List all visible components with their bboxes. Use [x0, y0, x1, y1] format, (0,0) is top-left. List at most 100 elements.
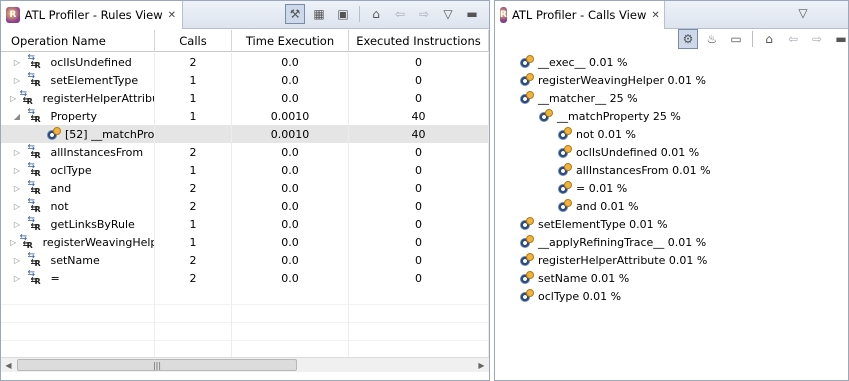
operation-arrows-icon: ⇆ ⇆ R: [27, 251, 41, 269]
table-header: Operation Name Calls Time Execution Exec…: [1, 30, 489, 52]
minimize-icon[interactable]: ▬: [831, 29, 848, 49]
call-tree-node[interactable]: setName 0.01 %: [519, 269, 629, 287]
view-menu-icon[interactable]: ▽: [438, 4, 458, 24]
call-node-label: __matcher__ 25 %: [538, 91, 638, 105]
call-node-label: __matchProperty 25 %: [557, 109, 681, 123]
expand-triangle-icon[interactable]: ▷: [10, 256, 24, 265]
call-tree-node[interactable]: oclIsUndefined 0.01 %: [557, 143, 699, 161]
column-header-calls[interactable]: Calls: [155, 30, 232, 52]
operation-arrows-icon: ⇆ ⇆ R: [19, 233, 33, 251]
column-header-time-execution[interactable]: Time Execution: [232, 30, 349, 52]
operation-name: setElementType: [50, 73, 139, 87]
expand-triangle-icon[interactable]: ▷: [10, 220, 24, 229]
save-icon[interactable]: ▣: [333, 4, 353, 24]
back-icon[interactable]: ⇦: [783, 29, 803, 49]
table-row[interactable]: ▷ ⇆ ⇆ R allInstancesFrom 2 0.0 0: [1, 143, 489, 161]
atl-profiler-icon: R: [500, 7, 507, 23]
table-row[interactable]: ▷ ⇆ ⇆ R registerHelperAttribu 1 0.0 0: [1, 89, 489, 107]
atl-profiler-icon: R: [6, 7, 20, 23]
expand-triangle-icon[interactable]: ▷: [10, 184, 24, 193]
operation-arrows-icon: ⇆ ⇆ R: [27, 53, 41, 71]
gear-call-icon: [538, 109, 553, 123]
expand-triangle-icon[interactable]: ▷: [10, 76, 24, 85]
horizontal-scrollbar[interactable]: ◀ ||| ▶: [1, 357, 489, 372]
forward-icon[interactable]: ⇨: [807, 29, 827, 49]
call-tree-node[interactable]: __matchProperty 25 %: [538, 107, 681, 125]
call-tree-node[interactable]: setElementType 0.01 %: [519, 215, 668, 233]
call-tree-node[interactable]: registerWeavingHelper 0.01 %: [519, 71, 706, 89]
maximize-icon[interactable]: ▭: [486, 4, 489, 24]
scrollbar-thumb[interactable]: |||: [17, 359, 297, 371]
minimize-icon[interactable]: ▬: [462, 4, 482, 24]
column-header-operation-name[interactable]: Operation Name: [1, 30, 155, 52]
calls-tree: __exec__ 0.01 % registerWeavingHelper 0.0…: [495, 53, 848, 380]
percentage-icon[interactable]: ▦: [309, 4, 329, 24]
table-row[interactable]: ▷ ⇆ ⇆ R oclType 1 0.0 0: [1, 161, 489, 179]
home-icon[interactable]: ⌂: [366, 4, 386, 24]
call-node-label: __applyRefiningTrace__ 0.01 %: [538, 235, 707, 249]
expand-triangle-icon[interactable]: ▷: [10, 166, 24, 175]
call-tree-node[interactable]: allInstancesFrom 0.01 %: [557, 161, 711, 179]
operation-name-cell: ▷ ⇆ ⇆ R registerHelperAttribu: [1, 89, 155, 107]
table-row[interactable]: ▷ ⇆ ⇆ R setName 2 0.0 0: [1, 251, 489, 269]
hierarchy-toggle-icon[interactable]: ⚙: [678, 29, 698, 49]
table-row[interactable]: [52] __matchProp 0.0010 40: [1, 125, 489, 143]
calls-cell: 1: [155, 89, 232, 107]
empty-cell: [155, 287, 232, 305]
table-row[interactable]: ▷ ⇆ ⇆ R oclIsUndefined 2 0.0 0: [1, 53, 489, 71]
call-tree-node[interactable]: oclType 0.01 %: [519, 287, 621, 305]
scroll-right-icon[interactable]: ▶: [474, 358, 489, 372]
expand-triangle-icon[interactable]: ▷: [10, 148, 24, 157]
executed-instructions-cell: 0: [349, 53, 489, 71]
calls-cell: 2: [155, 269, 232, 287]
call-tree-node[interactable]: not 0.01 %: [557, 125, 636, 143]
call-tree-node[interactable]: and 0.01 %: [557, 197, 639, 215]
call-node-label: not 0.01 %: [576, 127, 636, 141]
operation-arrows-icon: ⇆ ⇆ R: [27, 269, 41, 287]
home-icon[interactable]: ⌂: [759, 29, 779, 49]
table-row[interactable]: ▷ ⇆ ⇆ R registerWeavingHelpe 1 0.0 0: [1, 233, 489, 251]
collapse-triangle-icon[interactable]: ◢: [10, 112, 24, 121]
call-tree-node[interactable]: __matcher__ 25 %: [519, 89, 638, 107]
table-row[interactable]: ▷ ⇆ ⇆ R setElementType 1 0.0 0: [1, 71, 489, 89]
call-tree-node[interactable]: registerHelperAttribute 0.01 %: [519, 251, 707, 269]
gear-call-icon: [46, 127, 61, 141]
close-icon[interactable]: ✕: [168, 10, 176, 21]
close-icon[interactable]: ✕: [651, 10, 659, 21]
sort-toggle-icon[interactable]: ⚒: [285, 4, 305, 24]
expand-triangle-icon[interactable]: ▷: [10, 202, 24, 211]
rules-view-tab[interactable]: R ATL Profiler - Rules View ✕: [1, 1, 183, 29]
executed-instructions-cell: 0: [349, 143, 489, 161]
empty-table-row: [1, 287, 489, 305]
gear-call-icon: [557, 127, 572, 141]
filter-icon[interactable]: ♨: [702, 29, 722, 49]
call-node-label: oclIsUndefined 0.01 %: [576, 145, 700, 159]
call-tree-node[interactable]: __applyRefiningTrace__ 0.01 %: [519, 233, 706, 251]
scroll-left-icon[interactable]: ◀: [1, 358, 16, 372]
calls-view-tab[interactable]: R ATL Profiler - Calls View ✕: [495, 1, 665, 29]
forward-icon[interactable]: ⇨: [414, 4, 434, 24]
table-row[interactable]: ◢ ⇆ ⇆ R Property 1 0.0010 40: [1, 107, 489, 125]
expand-triangle-icon[interactable]: ▷: [10, 274, 24, 283]
gear-call-icon: [519, 289, 534, 303]
call-node-label: setName 0.01 %: [538, 271, 630, 285]
table-row[interactable]: ▷ ⇆ ⇆ R getLinksByRule 1 0.0 0: [1, 215, 489, 233]
empty-cell: [349, 323, 489, 341]
expand-triangle-icon[interactable]: ▷: [10, 238, 16, 247]
operation-name-cell: ▷ ⇆ ⇆ R =: [1, 269, 155, 287]
table-row[interactable]: ▷ ⇆ ⇆ R not 2 0.0 0: [1, 197, 489, 215]
calls-cell: [155, 125, 232, 143]
expand-triangle-icon[interactable]: ▷: [10, 58, 24, 67]
call-tree-node[interactable]: __exec__ 0.01 %: [519, 53, 628, 71]
time-execution-cell: 0.0: [232, 143, 349, 161]
table-row[interactable]: ▷ ⇆ ⇆ R and 2 0.0 0: [1, 179, 489, 197]
column-header-executed-instructions[interactable]: Executed Instructions: [349, 30, 489, 52]
table-row[interactable]: ▷ ⇆ ⇆ R = 2 0.0 0: [1, 269, 489, 287]
call-tree-node[interactable]: = 0.01 %: [557, 179, 627, 197]
operation-arrows-icon: ⇆ ⇆ R: [27, 179, 41, 197]
operation-name-cell: ▷ ⇆ ⇆ R allInstancesFrom: [1, 143, 155, 161]
back-icon[interactable]: ⇦: [390, 4, 410, 24]
view-menu-icon[interactable]: ▽: [793, 3, 813, 23]
collapse-icon[interactable]: ▭: [726, 29, 746, 49]
expand-triangle-icon[interactable]: ▷: [10, 94, 16, 103]
